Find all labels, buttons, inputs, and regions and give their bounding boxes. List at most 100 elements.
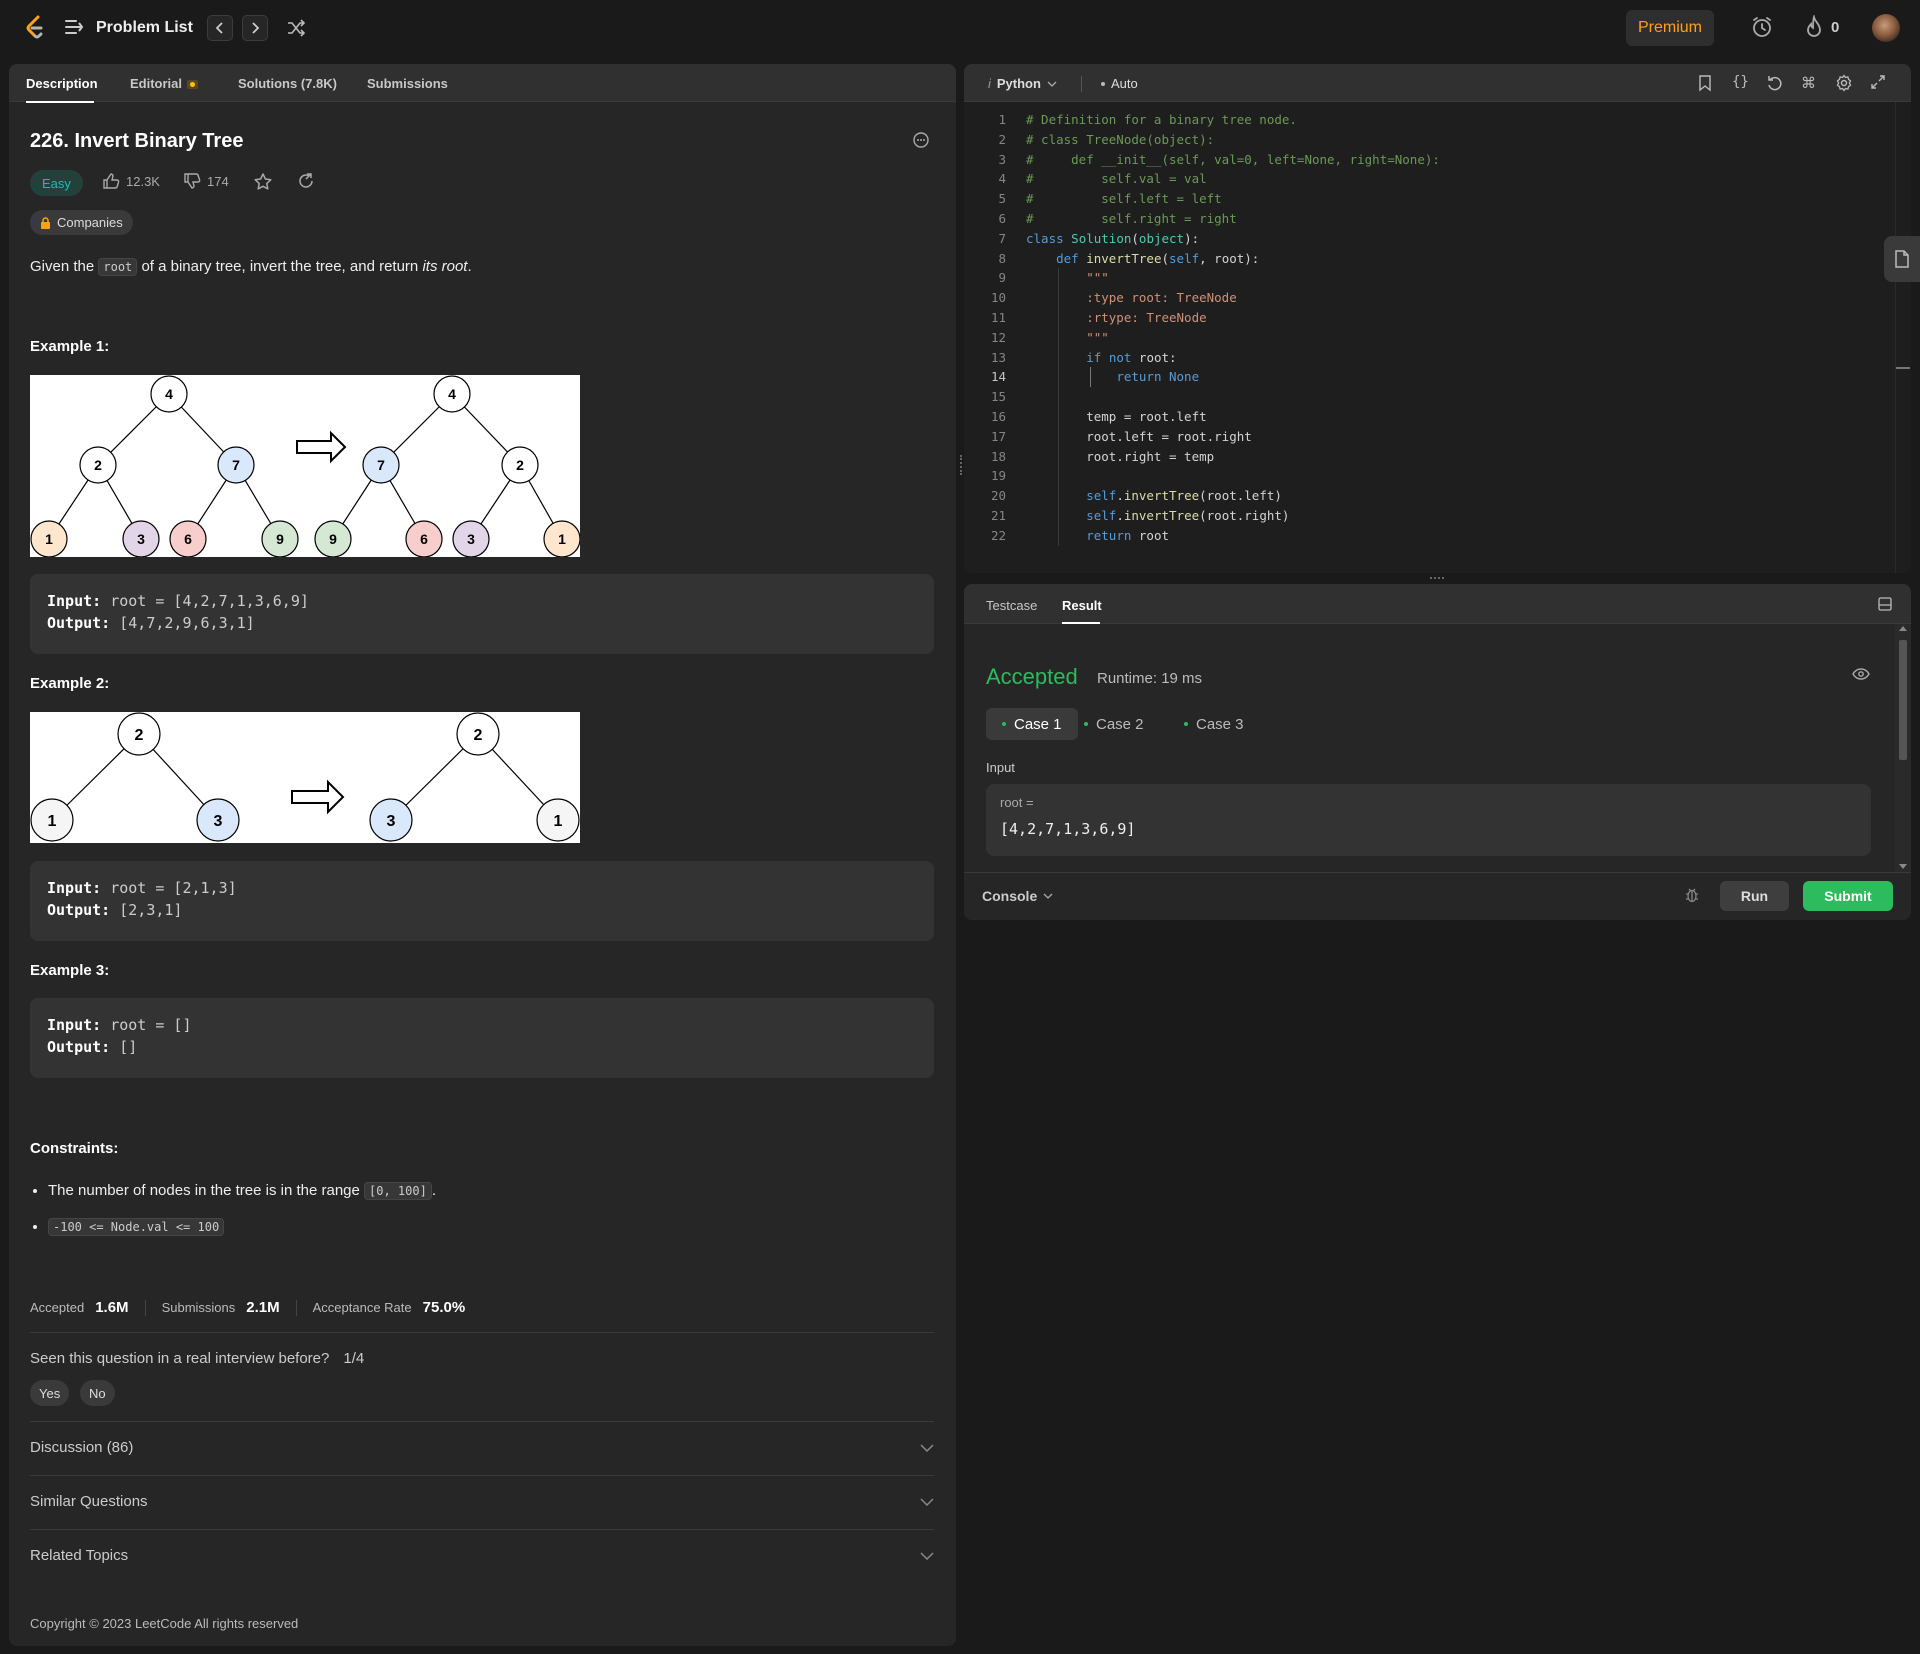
code-line[interactable]: def invertTree(self, root):	[1026, 249, 1259, 269]
related-topics-accordion[interactable]: Related Topics	[30, 1547, 934, 1564]
code-line[interactable]: """	[1026, 268, 1109, 288]
format-code-icon[interactable]: {}	[1732, 74, 1749, 90]
accepted-count: 1.6M	[95, 1299, 129, 1316]
console-bar: Console Run Submit	[964, 872, 1911, 920]
line-number: 16	[990, 409, 1006, 424]
tab-result[interactable]: Result	[1062, 598, 1102, 613]
node2-after-r: 1	[554, 813, 563, 830]
tab-submissions[interactable]: Submissions	[367, 76, 448, 91]
yes-button[interactable]: Yes	[30, 1380, 70, 1406]
active-tab-indicator	[26, 101, 94, 103]
tab-testcase[interactable]: Testcase	[986, 598, 1037, 613]
code-line[interactable]: # Definition for a binary tree node.	[1026, 110, 1297, 130]
code-line[interactable]: if not root:	[1026, 348, 1176, 368]
node-before-rr: 9	[276, 531, 284, 547]
divider	[30, 1332, 934, 1333]
debug-bug-icon[interactable]	[1684, 886, 1700, 904]
like-button[interactable]: 12.3K	[102, 172, 160, 190]
similar-questions-accordion[interactable]: Similar Questions	[30, 1493, 934, 1510]
discussion-accordion[interactable]: Discussion (86)	[30, 1439, 934, 1456]
code-line[interactable]: return None	[1026, 367, 1199, 387]
shortcuts-icon[interactable]: ⌘	[1801, 74, 1816, 92]
tab-editorial[interactable]: Editorial	[130, 76, 199, 91]
code-line[interactable]: root.right = temp	[1026, 447, 1214, 467]
code-line[interactable]: # self.val = val	[1026, 169, 1207, 189]
problem-list-link[interactable]: Problem List	[96, 19, 193, 37]
eye-icon[interactable]	[1852, 668, 1870, 680]
divider	[30, 1421, 934, 1422]
code-line[interactable]: root.left = root.right	[1026, 427, 1252, 447]
horizontal-splitter-handle[interactable]	[1430, 577, 1444, 579]
code-line[interactable]: temp = root.left	[1026, 407, 1206, 427]
code-line[interactable]: :rtype: TreeNode	[1026, 308, 1206, 328]
companies-tag[interactable]: Companies	[30, 210, 133, 235]
scroll-position-marker	[1896, 367, 1910, 369]
avatar[interactable]	[1872, 14, 1900, 42]
runtime: Runtime: 19 ms	[1097, 670, 1203, 687]
constraint-item: The number of nodes in the tree is in th…	[48, 1180, 436, 1202]
dislike-button[interactable]: 174	[183, 172, 229, 190]
vertical-splitter-handle[interactable]	[960, 455, 962, 475]
thumbs-up-icon	[103, 173, 120, 189]
code-line[interactable]: """	[1026, 328, 1109, 348]
alarm-clock-icon[interactable]	[1750, 15, 1774, 39]
reset-icon[interactable]	[1766, 74, 1784, 92]
constraints-heading: Constraints:	[30, 1140, 119, 1157]
node2-before-root: 2	[135, 727, 144, 744]
scrollbar-thumb[interactable]	[1899, 640, 1907, 760]
code-line[interactable]: # self.left = left	[1026, 189, 1222, 209]
code-line[interactable]: # self.right = right	[1026, 209, 1237, 229]
editor-scrollbar[interactable]	[1895, 102, 1911, 573]
fire-streak-icon[interactable]	[1804, 15, 1824, 39]
code-line[interactable]: self.invertTree(root.right)	[1026, 506, 1289, 526]
code-line[interactable]: return root	[1026, 526, 1169, 546]
leetcode-logo-icon[interactable]	[24, 14, 46, 40]
next-problem-button[interactable]	[242, 15, 268, 41]
panel-layout-icon[interactable]	[1878, 597, 1892, 611]
case-tab-3[interactable]: Case 3	[1168, 708, 1260, 740]
node2-after-root: 2	[474, 727, 483, 744]
code-line[interactable]: self.invertTree(root.left)	[1026, 486, 1282, 506]
run-button[interactable]: Run	[1720, 881, 1789, 911]
scroll-down-arrow-icon[interactable]	[1899, 864, 1907, 869]
case-tab-2[interactable]: Case 2	[1068, 708, 1160, 740]
acceptance-rate: 75.0%	[422, 1299, 466, 1316]
no-button[interactable]: No	[80, 1380, 115, 1406]
premium-button[interactable]: Premium	[1626, 10, 1714, 46]
result-scrollbar[interactable]	[1895, 624, 1911, 872]
node-before-root: 4	[165, 386, 173, 402]
line-number: 13	[990, 349, 1006, 365]
tab-editorial-label: Editorial	[130, 76, 183, 91]
star-icon[interactable]	[253, 172, 273, 192]
problem-list-icon[interactable]	[64, 18, 84, 36]
console-toggle[interactable]: Console	[982, 888, 1053, 904]
fullscreen-icon[interactable]	[1870, 74, 1886, 90]
submission-stats: Accepted 1.6M Submissions 2.1M Acceptance …	[30, 1299, 466, 1316]
submit-button[interactable]: Submit	[1803, 881, 1893, 911]
shuffle-icon[interactable]	[286, 18, 306, 38]
editor-toolbar: i Python Auto {} ⌘	[964, 64, 1911, 102]
bookmark-icon[interactable]	[1697, 74, 1713, 92]
result-status: Accepted	[986, 664, 1078, 689]
gear-icon[interactable]	[1835, 74, 1853, 92]
input-display: root = [4,2,7,1,3,6,9]	[986, 784, 1871, 856]
case-tab-1[interactable]: Case 1	[986, 708, 1078, 740]
notes-icon[interactable]	[1884, 236, 1920, 282]
thumbs-down-icon	[184, 173, 201, 189]
share-icon[interactable]	[297, 172, 315, 190]
tab-solutions[interactable]: Solutions (7.8K)	[238, 76, 337, 91]
example-1-output: [4,7,2,9,6,3,1]	[119, 614, 255, 632]
chevron-down-icon	[1043, 893, 1053, 899]
line-number: 1	[998, 112, 1006, 127]
auto-mode-toggle[interactable]: Auto	[1101, 76, 1138, 91]
example-2-heading: Example 2:	[30, 675, 110, 692]
code-line[interactable]: # class TreeNode(object):	[1026, 130, 1214, 150]
code-line[interactable]: # def __init__(self, val=0, left=None, r…	[1026, 150, 1440, 170]
code-line[interactable]: class Solution(object):	[1026, 229, 1199, 249]
prev-problem-button[interactable]	[207, 15, 233, 41]
tab-description[interactable]: Description	[26, 76, 98, 91]
more-options-icon[interactable]	[913, 132, 929, 148]
scroll-up-arrow-icon[interactable]	[1899, 626, 1907, 631]
language-select[interactable]: i Python	[988, 76, 1057, 91]
like-count: 12.3K	[126, 173, 160, 189]
